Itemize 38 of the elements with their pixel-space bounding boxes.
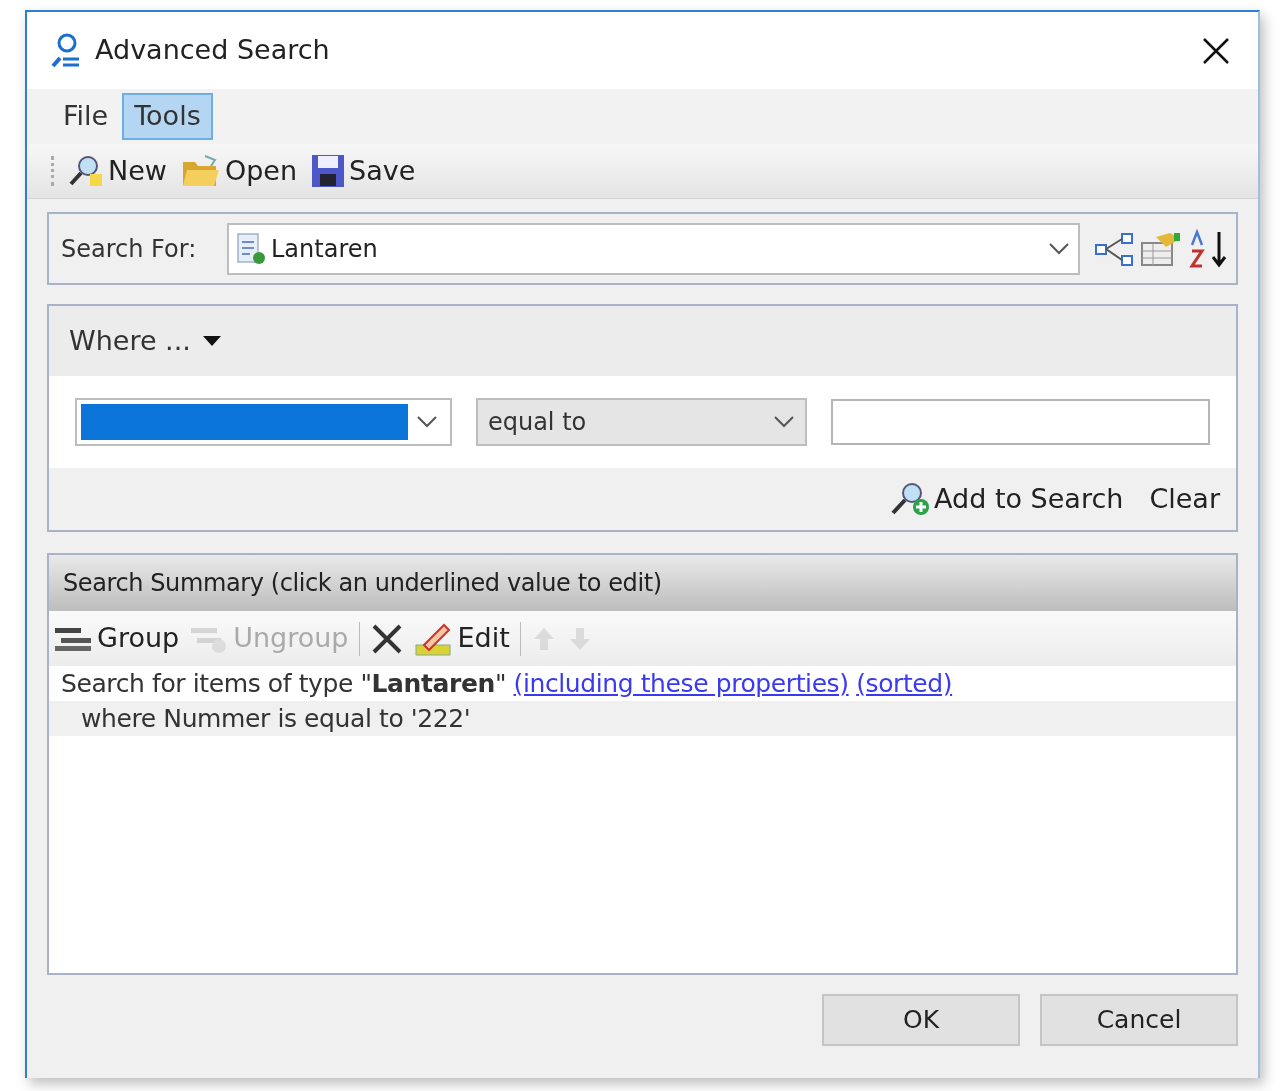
type-dropdown[interactable]: Lantaren [227,222,1080,275]
window-title: Advanced Search [95,33,330,68]
chevron-down-icon [415,415,438,429]
caret-icon [202,336,221,346]
edit-button[interactable]: Edit [413,618,510,659]
menu-item[interactable]: File [51,93,121,140]
sort-icon [1188,228,1228,269]
value-field[interactable] [831,399,1210,445]
chevron-down-icon [773,415,796,429]
summary-text: where Nummer is equal to '222' [49,701,1236,736]
menu-item[interactable]: Tools [122,93,213,140]
clear-button[interactable]: Clear [1149,478,1220,520]
table-icon [1140,230,1182,267]
search-icon [49,32,81,69]
toolbar-button[interactable]: Open [180,150,298,192]
chevron-down-icon [1048,241,1070,256]
toolbar-button[interactable]: New [68,150,167,192]
hierarchy-icon [1094,230,1134,267]
toolbar-button[interactable]: Save [311,150,416,192]
where-menu[interactable]: Where ... [69,320,221,362]
summary-link[interactable]: (sorted) [856,669,953,698]
add-to-search-button[interactable]: Add to Search [890,478,1124,520]
document-icon [235,231,267,266]
search-add-icon [890,482,931,516]
folder-icon [180,154,221,188]
summary-header: Search Summary (click an underlined value to edit) [49,555,1236,611]
search-icon [68,154,104,188]
relationships-button[interactable] [1094,230,1134,267]
group-button[interactable]: Group [53,618,180,659]
field-label: Search For: [61,233,198,265]
field-dropdown[interactable] [75,398,452,446]
properties-button[interactable] [1140,230,1182,267]
operator-dropdown[interactable]: equal to [475,398,808,446]
summary-link[interactable]: (including these properties) [513,669,849,698]
dialog-button[interactable]: OK [822,993,1020,1046]
dialog-button[interactable]: Cancel [1040,993,1238,1046]
sort-button[interactable] [1188,228,1228,269]
summary-text: Search for items of type "Lantaren" (including these properties) (sorted) [60,668,954,700]
